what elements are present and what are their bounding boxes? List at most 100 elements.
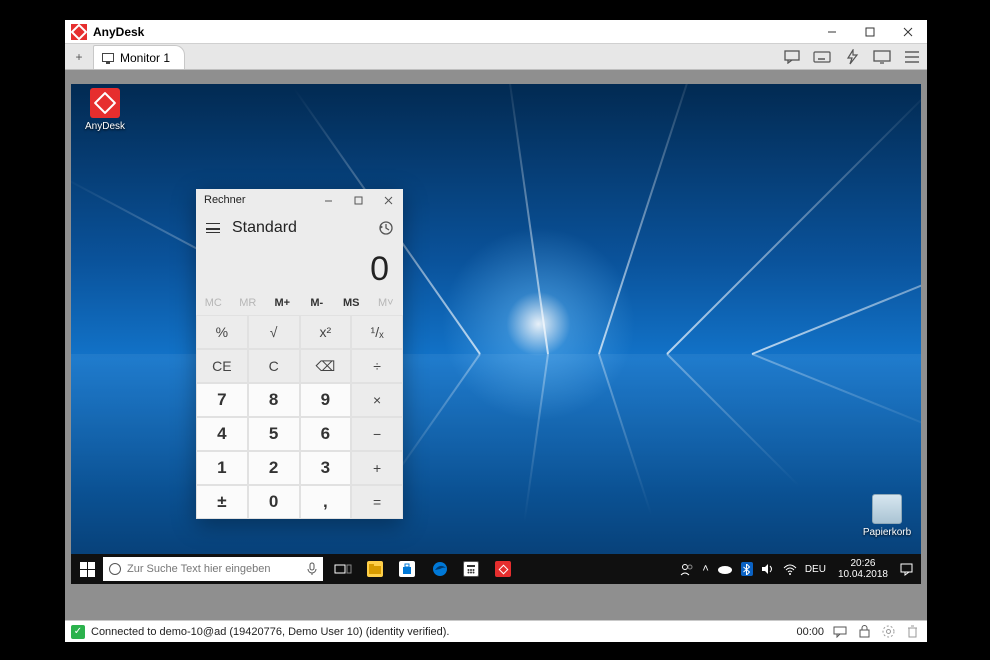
mem-ms[interactable]: MS — [334, 291, 369, 315]
taskbar-search[interactable]: Zur Suche Text hier eingeben — [103, 557, 323, 581]
anydesk-logo-icon — [71, 24, 87, 40]
desktop-icon-recyclebin[interactable]: Papierkorb — [859, 494, 915, 538]
mem-mlist[interactable]: M˅ — [369, 291, 404, 315]
calculator-window[interactable]: Rechner Standard 0 MC MR M — [196, 189, 403, 519]
mem-mminus[interactable]: M- — [300, 291, 335, 315]
key-1[interactable]: 1 — [196, 451, 248, 485]
key-6[interactable]: 6 — [300, 417, 352, 451]
desktop-icon-anydesk[interactable]: AnyDesk — [77, 88, 133, 132]
key-minus[interactable]: − — [351, 417, 403, 451]
mem-mplus[interactable]: M+ — [265, 291, 300, 315]
key-plus[interactable]: + — [351, 451, 403, 485]
taskbar-clock[interactable]: 20:26 10.04.2018 — [834, 558, 892, 580]
calculator-memory-row: MC MR M+ M- MS M˅ — [196, 291, 403, 315]
tray-volume-icon[interactable] — [761, 563, 775, 575]
mem-mr[interactable]: MR — [231, 291, 266, 315]
taskbar-app-explorer[interactable] — [359, 554, 391, 584]
key-3[interactable]: 3 — [300, 451, 352, 485]
remote-taskbar: Zur Suche Text hier eingeben ˄ — [71, 554, 921, 584]
taskbar-time: 20:26 — [838, 558, 888, 569]
remote-desktop[interactable]: AnyDesk Papierkorb Rechner Standard — [71, 84, 921, 584]
status-lock-icon[interactable] — [856, 625, 873, 638]
key-7[interactable]: 7 — [196, 383, 248, 417]
status-settings-icon[interactable] — [879, 625, 898, 638]
desktop-icon-label: Papierkorb — [859, 527, 915, 538]
key-multiply[interactable]: × — [351, 383, 403, 417]
taskbar-app-edge[interactable] — [423, 554, 455, 584]
calculator-titlebar[interactable]: Rechner — [196, 189, 403, 211]
tray-notifications-icon[interactable] — [900, 563, 913, 576]
status-trash-icon[interactable] — [904, 625, 921, 638]
start-button[interactable] — [71, 554, 103, 584]
history-icon[interactable] — [377, 220, 393, 236]
anydesk-titlebar[interactable]: AnyDesk — [65, 20, 927, 44]
search-placeholder: Zur Suche Text hier eingeben — [127, 563, 271, 575]
tray-language[interactable]: DEU — [805, 564, 826, 575]
calculator-display: 0 — [196, 245, 403, 291]
key-ce[interactable]: CE — [196, 349, 248, 383]
key-backspace[interactable]: ⌫ — [300, 349, 352, 383]
task-view-button[interactable] — [327, 554, 359, 584]
key-square[interactable]: x² — [300, 315, 352, 349]
anydesk-close-button[interactable] — [889, 20, 927, 44]
anydesk-statusbar: ✓ Connected to demo-10@ad (19420776, Dem… — [65, 620, 927, 642]
anydesk-session-toolbar — [777, 44, 927, 69]
taskbar-app-store[interactable] — [391, 554, 423, 584]
anydesk-tabbar: + Monitor 1 — [65, 44, 927, 70]
key-9[interactable]: 9 — [300, 383, 352, 417]
chat-icon[interactable] — [777, 44, 807, 70]
anydesk-tab-monitor1[interactable]: Monitor 1 — [93, 45, 185, 69]
anydesk-maximize-button[interactable] — [851, 20, 889, 44]
key-0[interactable]: 0 — [248, 485, 300, 519]
calculator-minimize-button[interactable] — [313, 189, 343, 211]
key-4[interactable]: 4 — [196, 417, 248, 451]
key-decimal[interactable]: , — [300, 485, 352, 519]
tray-chevron-up-icon[interactable]: ˄ — [702, 563, 708, 575]
key-8[interactable]: 8 — [248, 383, 300, 417]
taskbar-tray: ˄ DEU 20:26 10.04.2018 — [680, 558, 921, 580]
calculator-mode[interactable]: Standard — [232, 219, 297, 237]
anydesk-app-icon — [90, 88, 120, 118]
tray-onedrive-icon[interactable] — [717, 564, 733, 574]
cortana-icon — [109, 563, 121, 575]
calculator-maximize-button[interactable] — [343, 189, 373, 211]
anydesk-minimize-button[interactable] — [813, 20, 851, 44]
menu-icon[interactable] — [897, 44, 927, 70]
tray-bluetooth-icon[interactable] — [741, 562, 753, 576]
status-verified-icon: ✓ — [71, 625, 85, 639]
tray-wifi-icon[interactable] — [783, 564, 797, 575]
status-chat-icon[interactable] — [830, 626, 850, 638]
key-negate[interactable]: ± — [196, 485, 248, 519]
keyboard-icon[interactable] — [807, 44, 837, 70]
mem-mc[interactable]: MC — [196, 291, 231, 315]
key-percent[interactable]: % — [196, 315, 248, 349]
key-2[interactable]: 2 — [248, 451, 300, 485]
key-5[interactable]: 5 — [248, 417, 300, 451]
windows-logo-icon — [80, 562, 95, 577]
calculator-title: Rechner — [204, 194, 246, 206]
calculator-menu-button[interactable] — [206, 223, 220, 233]
display-icon[interactable] — [867, 44, 897, 70]
anydesk-tab-label: Monitor 1 — [120, 51, 170, 65]
monitor-icon — [102, 53, 114, 62]
actions-icon[interactable] — [837, 44, 867, 70]
microphone-icon[interactable] — [307, 562, 317, 576]
taskbar-date: 10.04.2018 — [838, 569, 888, 580]
tray-people-icon[interactable] — [680, 562, 694, 576]
key-reciprocal[interactable]: ¹/ₓ — [351, 315, 403, 349]
key-sqrt[interactable]: √ — [248, 315, 300, 349]
calculator-close-button[interactable] — [373, 189, 403, 211]
key-equals[interactable]: = — [351, 485, 403, 519]
anydesk-window: AnyDesk + Monitor 1 — [65, 20, 927, 642]
desktop-icon-label: AnyDesk — [77, 121, 133, 132]
remote-viewport: AnyDesk Papierkorb Rechner Standard — [65, 70, 927, 620]
anydesk-title: AnyDesk — [93, 25, 144, 39]
calculator-keypad: % √ x² ¹/ₓ CE C ⌫ ÷ 7 8 9 × 4 5 6 − — [196, 315, 403, 519]
session-timer: 00:00 — [796, 626, 824, 638]
taskbar-app-anydesk[interactable] — [487, 554, 519, 584]
taskbar-app-calculator[interactable] — [455, 554, 487, 584]
anydesk-new-tab-button[interactable]: + — [65, 45, 93, 69]
status-text: Connected to demo-10@ad (19420776, Demo … — [91, 626, 449, 638]
key-c[interactable]: C — [248, 349, 300, 383]
key-divide[interactable]: ÷ — [351, 349, 403, 383]
